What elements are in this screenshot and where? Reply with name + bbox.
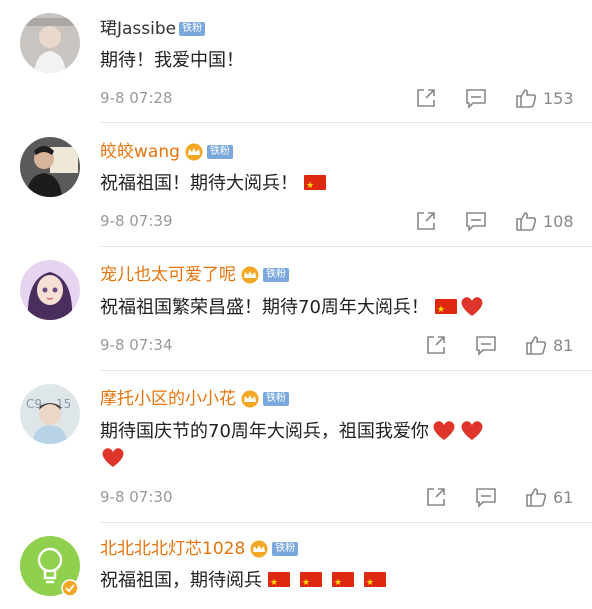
- timestamp: 9-8 07:30: [100, 488, 173, 506]
- crown-icon: [184, 143, 204, 161]
- red-heart-icon: [102, 448, 124, 467]
- divider: [100, 522, 592, 523]
- username[interactable]: 皎皎wang: [100, 141, 180, 163]
- timestamp: 9-8 07:34: [100, 336, 173, 354]
- avatar-anime-girl-icon: [20, 260, 80, 320]
- avatar-photo-girl-icon: [20, 13, 80, 73]
- comment-text: 期待！我爱中国！: [100, 50, 244, 71]
- comment-text: 祝福祖国繁荣昌盛！期待70周年大阅兵！: [100, 294, 485, 323]
- red-heart-icon: [461, 421, 483, 440]
- comment-icon[interactable]: [475, 334, 497, 356]
- username[interactable]: 摩托小区的小小花: [100, 388, 236, 410]
- timestamp: 9-8 07:28: [100, 89, 173, 107]
- china-flag-icon: [300, 570, 322, 596]
- crown-icon: [240, 390, 260, 408]
- china-flag-icon: [304, 173, 326, 199]
- divider: [100, 246, 592, 247]
- username[interactable]: 北北北北灯芯1028: [100, 538, 245, 560]
- crown-icon: [240, 266, 260, 284]
- like-icon[interactable]: [525, 334, 547, 356]
- china-flag-icon: [364, 570, 386, 596]
- comment-text: 期待国庆节的70周年大阅兵，祖国我爱你: [100, 418, 485, 472]
- share-icon[interactable]: [425, 334, 447, 356]
- comment-text: 祝福祖国！期待大阅兵！: [100, 171, 326, 199]
- avatar[interactable]: [20, 13, 80, 73]
- red-heart-icon: [461, 297, 483, 316]
- username[interactable]: 宠儿也太可爱了呢: [100, 264, 236, 286]
- crown-icon: [249, 540, 269, 558]
- comment-icon[interactable]: [465, 210, 487, 232]
- fan-badge: 铁粉: [206, 145, 233, 159]
- china-flag-icon: [268, 570, 290, 596]
- like-count: 81: [553, 335, 574, 355]
- comment-icon[interactable]: [475, 486, 497, 508]
- red-heart-icon: [433, 421, 455, 440]
- username[interactable]: 珺Jassibe: [100, 18, 176, 40]
- avatar[interactable]: C9 15: [20, 384, 80, 444]
- avatar-photo-boy-icon: C9 15: [20, 384, 80, 444]
- avatar[interactable]: [20, 137, 80, 197]
- china-flag-icon: [434, 297, 457, 323]
- comment-feed: 珺Jassibe 铁粉 期待！我爱中国！ 9-8 07:28 153 皎皎wan…: [0, 0, 592, 609]
- share-icon[interactable]: [415, 210, 437, 232]
- comment-icon[interactable]: [465, 87, 487, 109]
- share-icon[interactable]: [425, 486, 447, 508]
- fan-badge: 铁粉: [179, 22, 206, 36]
- avatar-lightbulb-icon: [20, 536, 80, 597]
- like-count: 153: [543, 88, 574, 108]
- share-icon[interactable]: [415, 87, 437, 109]
- comment-text: 祝福祖国，期待阅兵: [100, 568, 386, 596]
- divider: [100, 370, 592, 371]
- like-icon[interactable]: [515, 87, 537, 109]
- fan-badge: 铁粉: [263, 268, 289, 282]
- china-flag-icon: [332, 570, 354, 596]
- fan-badge: 铁粉: [263, 392, 289, 406]
- timestamp: 9-8 07:39: [100, 212, 173, 230]
- avatar-photo-man-icon: [20, 137, 80, 197]
- avatar[interactable]: [20, 536, 80, 597]
- fan-badge: 铁粉: [272, 542, 299, 556]
- like-count: 61: [553, 487, 574, 507]
- divider: [100, 122, 592, 123]
- avatar[interactable]: [20, 260, 80, 320]
- like-icon[interactable]: [515, 210, 537, 232]
- like-icon[interactable]: [525, 486, 547, 508]
- like-count: 108: [543, 211, 574, 231]
